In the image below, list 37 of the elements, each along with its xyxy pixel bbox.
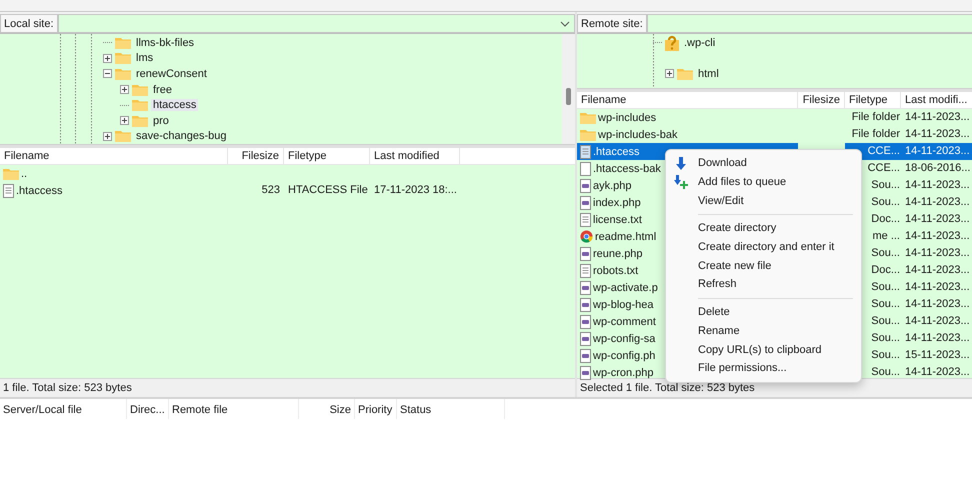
file-type: Sou...: [870, 365, 901, 380]
modified-date: 14-11-2023...: [904, 229, 971, 244]
file-type: Sou...: [870, 297, 901, 312]
modified-date: 14-11-2023...: [904, 297, 971, 312]
modified-date: 14-11-2023...: [904, 263, 971, 278]
file-type: Sou...: [870, 348, 901, 363]
modified-date: 18-06-2016...: [904, 161, 972, 176]
status-text: 1 file. Total size: 523 bytes: [0, 378, 575, 397]
file-type: Sou...: [870, 178, 901, 193]
modified-date: 14-11-2023...: [904, 212, 971, 227]
modified-date: 14-11-2023...: [904, 314, 971, 329]
file-type: File folder: [850, 110, 901, 125]
site-label: Remote site:: [577, 14, 647, 33]
file-type: me ...: [871, 229, 901, 244]
file-size: 523: [260, 183, 281, 198]
modified-date: 14-11-2023...: [904, 365, 971, 380]
file-type: Sou...: [870, 280, 901, 295]
file-type: Doc...: [870, 212, 901, 227]
file-type: Sou...: [870, 246, 901, 261]
modified-date: 14-11-2023...: [904, 195, 971, 210]
modified-date: 14-11-2023...: [904, 110, 971, 125]
file-type: Doc...: [870, 263, 901, 278]
modified-date: 17-11-2023 18:...: [373, 183, 458, 198]
modified-date: 14-11-2023...: [904, 280, 971, 295]
site-label: Local site:: [0, 14, 58, 33]
file-type: CCE...: [866, 161, 901, 176]
modified-date: 15-11-2023...: [904, 348, 971, 363]
modified-date: 14-11-2023...: [904, 178, 971, 193]
modified-date: 14-11-2023...: [904, 127, 971, 142]
file-type: Sou...: [870, 195, 901, 210]
file-type: HTACCESS File: [287, 183, 369, 198]
modified-date: 14-11-2023...: [901, 143, 972, 160]
file-type: Sou...: [870, 331, 901, 346]
file-type: File folder: [850, 127, 901, 142]
modified-date: 14-11-2023...: [904, 331, 971, 346]
modified-date: 14-11-2023...: [904, 246, 971, 261]
file-type: Sou...: [870, 314, 901, 329]
